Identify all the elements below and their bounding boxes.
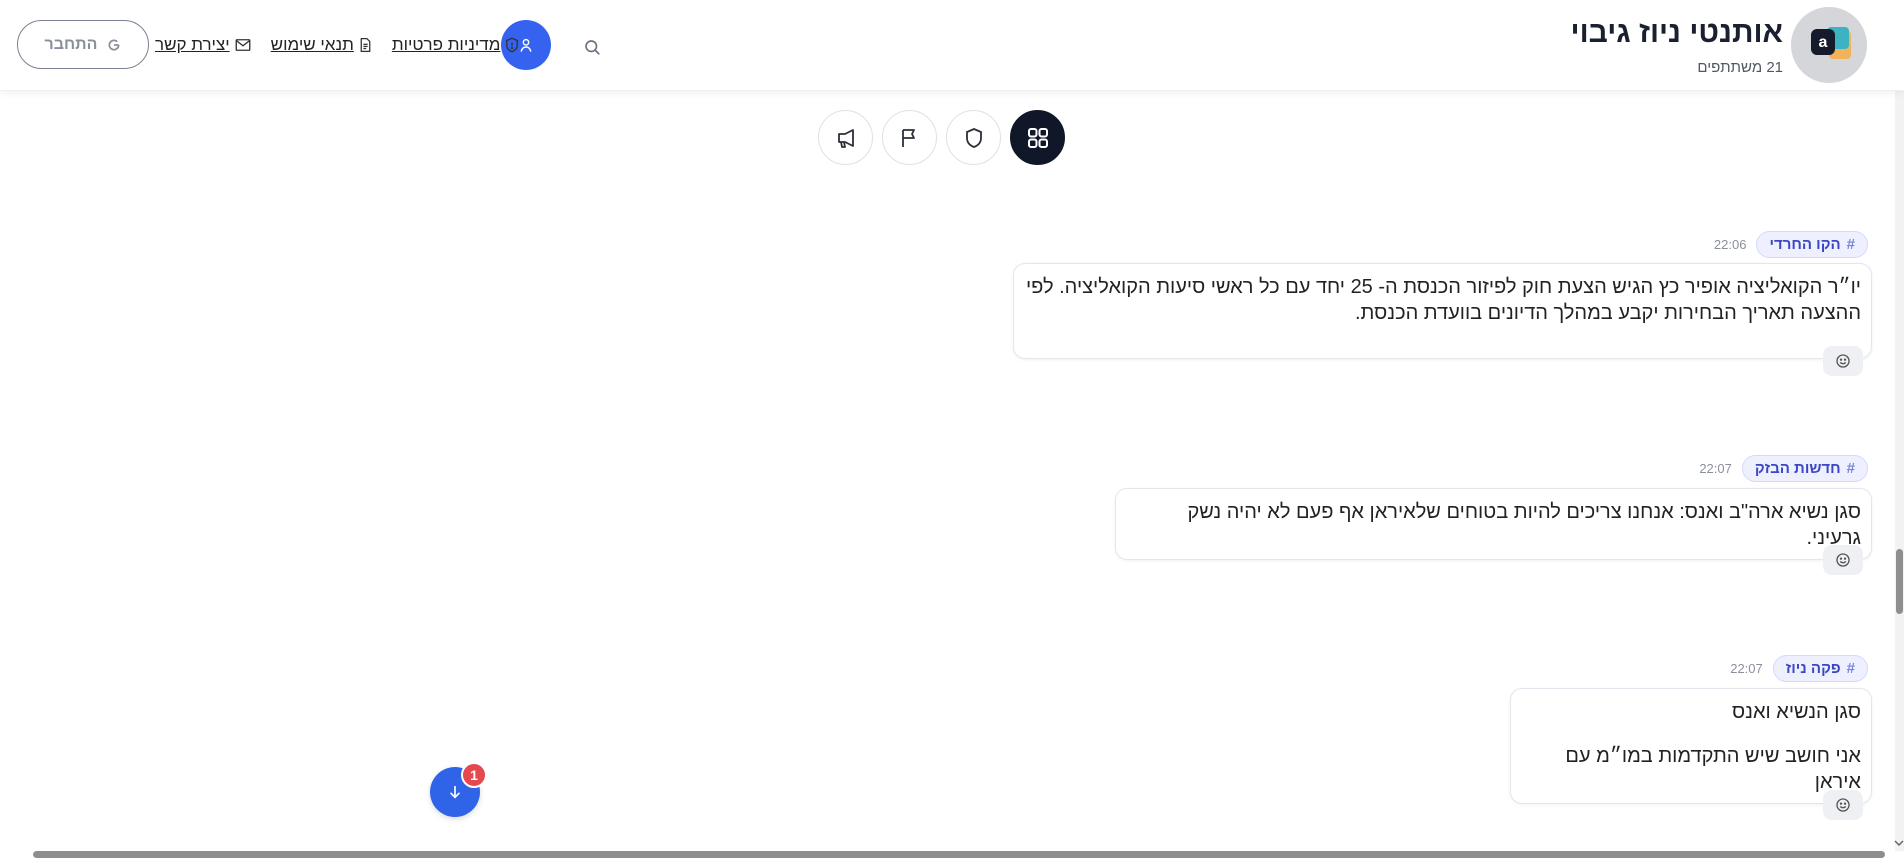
mail-icon [235, 39, 251, 51]
vertical-scrollbar-thumb[interactable] [1896, 549, 1903, 614]
arrow-down-icon [450, 785, 460, 799]
shield-icon [965, 127, 982, 148]
channel-tag-label: חדשות הבזק [1754, 460, 1841, 477]
message-bubble: סגן הנשיא ואנס אני חושב שיש התקדמות במו״… [1510, 688, 1872, 804]
grid-icon [1027, 127, 1048, 148]
add-reaction-button[interactable] [1823, 346, 1863, 376]
message-text: סגן הנשיא ואנס [1732, 701, 1861, 723]
message-bubble: יו״ר הקואליציה אופיר כץ הגיש הצעת חוק לפ… [1013, 263, 1872, 359]
unread-badge: 1 [461, 762, 487, 788]
channel-avatar[interactable]: a [1791, 7, 1867, 83]
search-icon [585, 40, 600, 55]
smiley-icon [1836, 553, 1850, 567]
privacy-policy-link[interactable]: מדיניות פרטיות [392, 35, 522, 55]
smiley-icon [1836, 354, 1850, 368]
filter-all-button[interactable] [1010, 110, 1065, 165]
message-bubble: סגן נשיא ארה"ב ואנס: אנחנו צריכים להיות … [1115, 488, 1872, 560]
document-icon [360, 37, 371, 53]
terms-of-use-link[interactable]: תנאי שימוש [271, 35, 374, 55]
smiley-icon [1836, 798, 1850, 812]
terms-of-use-label: תנאי שימוש [270, 35, 354, 54]
message-time: 22:07 [1699, 461, 1732, 476]
add-reaction-button[interactable] [1823, 545, 1863, 575]
contact-label: יצירת קשר [155, 35, 230, 54]
svg-text:a: a [1819, 34, 1828, 51]
message-time: 22:06 [1713, 237, 1747, 252]
channel-tag-label: פקה ניוז [1785, 660, 1841, 677]
privacy-policy-label: מדיניות פרטיות [391, 35, 501, 54]
message-text: אני חושב שיש התקדמות במו״מ עם איראן [1565, 745, 1861, 793]
message-time: 22:07 [1730, 661, 1763, 676]
message-text: יו״ר הקואליציה אופיר כץ הגיש הצעת חוק לפ… [1025, 276, 1861, 324]
filter-flag-button[interactable] [882, 110, 937, 165]
search-button[interactable] [575, 30, 609, 64]
scroll-down-arrow-icon[interactable] [1894, 838, 1904, 848]
member-count: 21 משתתפים [1697, 59, 1783, 76]
login-button[interactable]: התחבר [17, 20, 149, 69]
contact-link[interactable]: יצירת קשר [155, 35, 253, 55]
channel-tag[interactable]: # פקה ניוז [1772, 655, 1868, 682]
channel-tag-label: הקו החרדי [1769, 236, 1841, 253]
login-label: התחבר [44, 35, 98, 53]
channel-title: אותנטי ניוז גיבוי [1570, 16, 1783, 49]
message-meta: # הקו החרדי 22:06 [1714, 231, 1868, 258]
horizontal-scrollbar-thumb[interactable] [33, 851, 1885, 858]
shield-icon [506, 37, 519, 53]
megaphone-icon [837, 128, 854, 148]
filter-announcements-button[interactable] [818, 110, 873, 165]
message-meta: # חדשות הבזק 22:07 [1699, 455, 1868, 482]
add-reaction-button[interactable] [1823, 790, 1863, 820]
vertical-scrollbar[interactable] [1895, 91, 1904, 851]
filter-security-button[interactable] [946, 110, 1001, 165]
message-text: סגן נשיא ארה"ב ואנס: אנחנו צריכים להיות … [1187, 501, 1861, 549]
channel-tag[interactable]: # חדשות הבזק [1741, 455, 1868, 482]
footer-nav: מדיניות פרטיות תנאי שימוש יצירת קשר [155, 30, 521, 60]
message-meta: # פקה ניוז 22:07 [1730, 655, 1868, 682]
channel-tag[interactable]: # הקו החרדי [1756, 231, 1868, 258]
google-icon [108, 38, 121, 51]
channel-header: a אותנטי ניוז גיבוי 21 משתתפים מדיניות פ… [0, 0, 1904, 91]
flag-icon [901, 128, 915, 147]
